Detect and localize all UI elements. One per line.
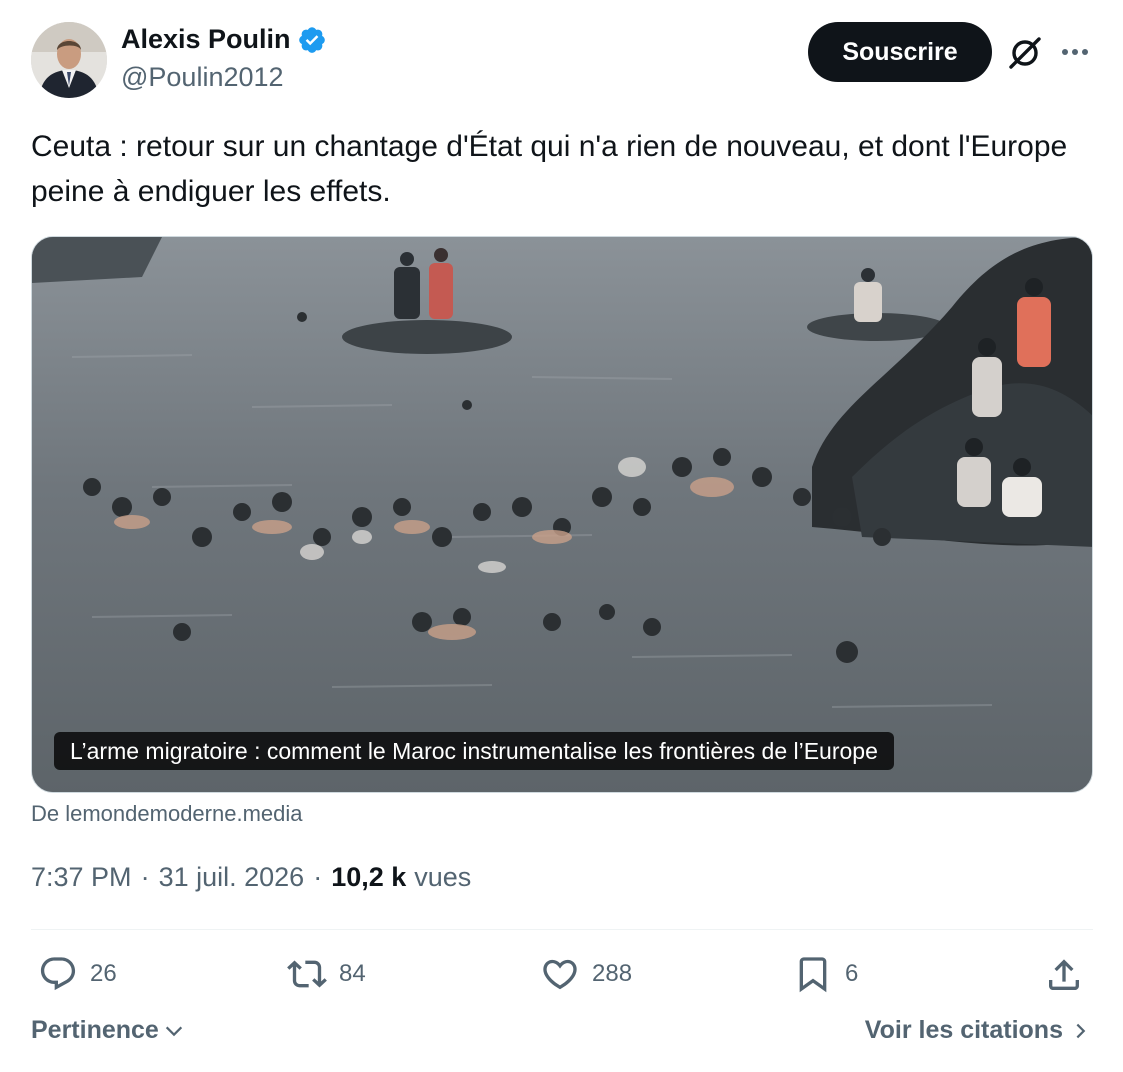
reply-button[interactable]: 26 <box>38 952 117 996</box>
bookmark-icon <box>799 957 827 993</box>
author-handle[interactable]: @Poulin2012 <box>121 62 284 93</box>
sea-photo <box>32 237 1092 792</box>
reply-count: 26 <box>90 960 117 987</box>
views-label: vues <box>414 862 472 892</box>
tweet-date[interactable]: 31 juil. 2026 <box>159 862 305 893</box>
bookmark-count: 6 <box>845 960 859 987</box>
reply-icon <box>40 957 76 991</box>
chevron-down-icon <box>165 1026 182 1036</box>
bookmark-button[interactable]: 6 <box>793 952 858 996</box>
avatar-image <box>31 22 107 98</box>
grok-icon[interactable] <box>1006 34 1044 72</box>
author-name-text[interactable]: Alexis Poulin <box>121 24 291 55</box>
meta-separator: · <box>313 862 323 892</box>
sort-label: Pertinence <box>31 1016 159 1044</box>
like-count: 288 <box>592 960 633 987</box>
share-icon[interactable] <box>1044 955 1084 995</box>
more-icon[interactable] <box>1058 36 1092 68</box>
verified-badge-icon <box>298 26 325 53</box>
meta-separator: · <box>140 862 150 892</box>
tweet-time[interactable]: 7:37 PM <box>31 862 132 893</box>
heart-icon <box>543 959 577 990</box>
tweet-meta: 7:37 PM · 31 juil. 2026 · 10,2 k vues <box>31 862 471 893</box>
media-caption: L’arme migratoire : comment le Maroc ins… <box>54 732 894 770</box>
link-card-media[interactable]: L’arme migratoire : comment le Maroc ins… <box>31 236 1093 793</box>
repost-count: 84 <box>339 960 366 987</box>
sort-dropdown[interactable]: Pertinence <box>31 1016 185 1045</box>
views-count[interactable]: 10,2 k <box>331 862 406 893</box>
avatar[interactable] <box>31 22 107 98</box>
like-button[interactable]: 288 <box>540 952 632 996</box>
repost-icon <box>287 960 327 988</box>
repost-button[interactable]: 84 <box>287 952 366 996</box>
view-quotes-link[interactable]: Voir les citations <box>865 1016 1089 1045</box>
link-source[interactable]: De lemondemoderne.media <box>31 801 303 827</box>
quotes-label: Voir les citations <box>864 1016 1063 1044</box>
subscribe-button[interactable]: Souscrire <box>808 22 992 82</box>
tweet-text: Ceuta : retour sur un chantage d'État qu… <box>31 130 1068 208</box>
divider <box>31 929 1093 930</box>
chevron-right-icon <box>1076 1023 1086 1038</box>
author-name[interactable]: Alexis Poulin <box>121 24 327 55</box>
